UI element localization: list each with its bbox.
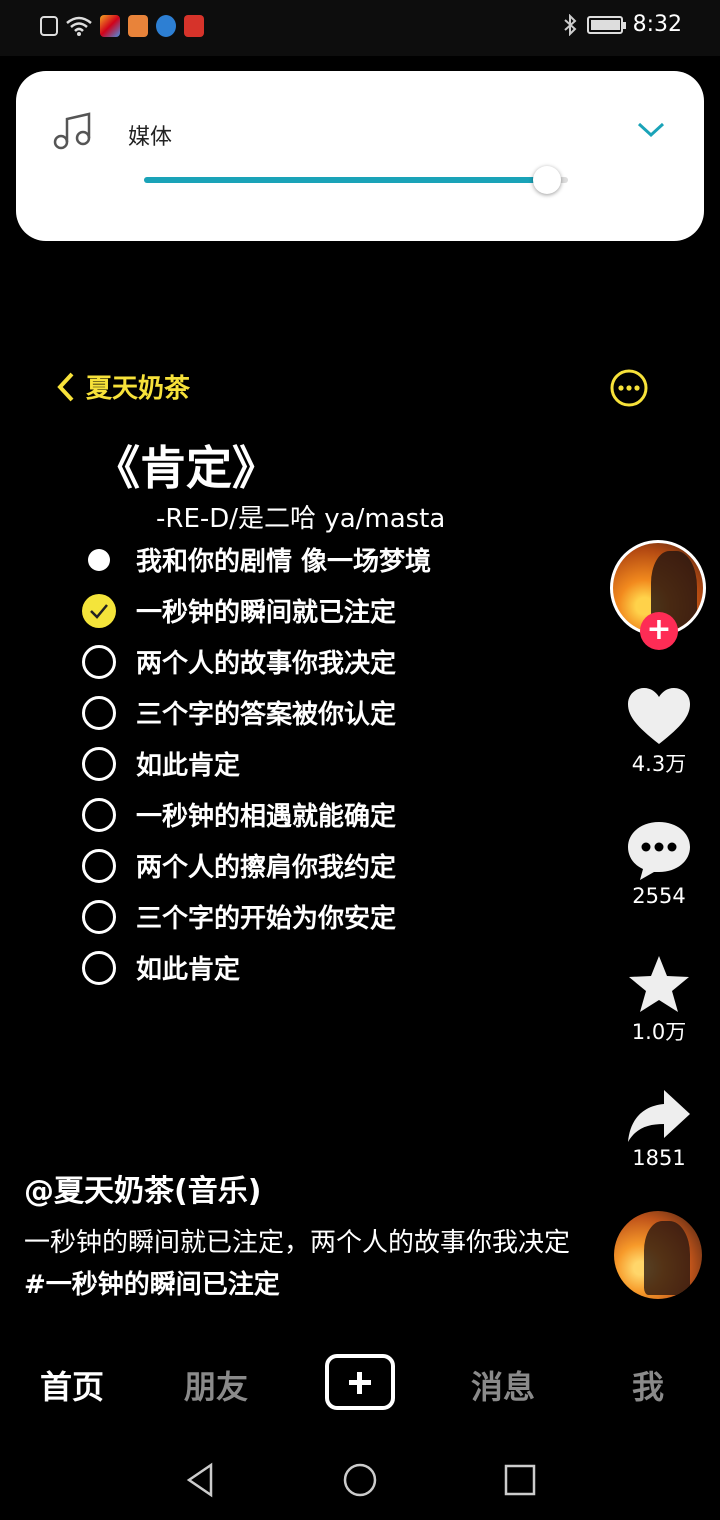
- lyric-text: 我和你的剧情 像一场梦境: [136, 547, 432, 577]
- heart-icon: [628, 688, 690, 744]
- favorite-button[interactable]: 1.0万: [620, 954, 698, 1046]
- lyric-row[interactable]: 三个字的答案被你认定: [82, 687, 431, 738]
- empty-circle-icon: [82, 848, 116, 883]
- comment-count: 2554: [632, 884, 686, 908]
- screen: 8:32 媒体 夏天奶茶 《肯定》 -RE-D/是二哈 ya/masta 我和你…: [0, 0, 720, 1520]
- lyrics-list: 我和你的剧情 像一场梦境 一秒钟的瞬间就已注定 两个人的故事你我决定 三个字的答案被你…: [82, 534, 431, 993]
- post-caption: 一秒钟的瞬间就已注定，两个人的故事你我决定 #一秒钟的瞬间已注定: [24, 1222, 584, 1306]
- lyric-row[interactable]: 一秒钟的相遇就能确定: [82, 789, 431, 840]
- battery-icon: [586, 15, 626, 34]
- lyric-text: 两个人的擦肩你我约定: [136, 853, 397, 883]
- status-time: 8:32: [632, 12, 682, 37]
- caption-text: 一秒钟的瞬间就已注定，两个人的故事你我决定: [24, 1228, 571, 1258]
- empty-circle-icon: [82, 746, 116, 781]
- bluetooth-icon: [563, 13, 577, 36]
- like-count: 4.3万: [631, 752, 687, 776]
- lyric-text: 两个人的故事你我决定: [136, 649, 397, 679]
- lyric-row[interactable]: 一秒钟的瞬间就已注定: [82, 585, 431, 636]
- back-button[interactable]: 夏天奶茶: [56, 368, 190, 405]
- volume-label: 媒体: [128, 125, 173, 150]
- status-bar: 8:32: [0, 0, 720, 56]
- app-icon-1: [100, 15, 120, 37]
- lyric-row[interactable]: 两个人的故事你我决定: [82, 636, 431, 687]
- like-button[interactable]: 4.3万: [620, 686, 698, 778]
- empty-circle-icon: [82, 797, 116, 832]
- tab-friends[interactable]: 朋友: [184, 1362, 248, 1408]
- empty-circle-icon: [82, 644, 116, 679]
- status-icons-right: 8:32: [563, 12, 682, 37]
- back-label: 夏天奶茶: [86, 374, 191, 404]
- hashtag-link[interactable]: #一秒钟的瞬间已注定: [24, 1270, 280, 1300]
- song-artist: -RE-D/是二哈 ya/masta: [156, 504, 446, 534]
- author-name[interactable]: @夏天奶茶(音乐): [24, 1166, 261, 1210]
- empty-circle-icon: [82, 695, 116, 730]
- more-options-icon[interactable]: [610, 369, 648, 407]
- share-count: 1851: [632, 1146, 686, 1170]
- lyric-row[interactable]: 如此肯定: [82, 942, 431, 993]
- tab-me[interactable]: 我: [632, 1362, 664, 1408]
- check-icon: [82, 593, 116, 628]
- lyric-text: 如此肯定: [136, 751, 241, 781]
- lyric-text: 三个字的答案被你认定: [136, 700, 397, 730]
- system-nav-bar: [0, 1440, 720, 1520]
- lyric-text: 一秒钟的瞬间就已注定: [136, 598, 397, 628]
- lyric-text: 一秒钟的相遇就能确定: [136, 802, 397, 832]
- chevron-down-icon[interactable]: [636, 117, 666, 141]
- lyric-row[interactable]: 我和你的剧情 像一场梦境: [82, 534, 431, 585]
- comment-icon: [628, 822, 690, 880]
- status-icons-left: [40, 15, 204, 37]
- lyric-row[interactable]: 三个字的开始为你安定: [82, 891, 431, 942]
- lyric-text: 三个字的开始为你安定: [136, 904, 397, 934]
- alert-icon: [40, 16, 58, 36]
- star-icon: [629, 956, 689, 1012]
- follow-button[interactable]: +: [640, 612, 678, 650]
- favorite-count: 1.0万: [631, 1020, 687, 1044]
- empty-circle-icon: [82, 899, 116, 934]
- share-arrow-icon: [628, 1090, 690, 1142]
- share-button[interactable]: 1851: [620, 1088, 698, 1170]
- lyric-row[interactable]: 如此肯定: [82, 738, 431, 789]
- bottom-tab-bar: 首页 朋友 消息 我: [0, 1340, 720, 1430]
- app-icon-2: [128, 15, 148, 37]
- volume-slider[interactable]: [144, 166, 568, 194]
- create-post-button[interactable]: [325, 1354, 395, 1410]
- volume-slider-thumb[interactable]: [533, 166, 561, 194]
- nav-recents-icon[interactable]: [502, 1462, 538, 1498]
- filled-dot-icon: [82, 543, 116, 577]
- chevron-left-icon: [57, 372, 74, 401]
- music-note-icon: [53, 112, 91, 150]
- empty-circle-icon: [82, 950, 116, 985]
- lyric-row[interactable]: 两个人的擦肩你我约定: [82, 840, 431, 891]
- disc-figure: [644, 1221, 690, 1295]
- wifi-icon: [66, 16, 92, 36]
- music-disc[interactable]: [614, 1211, 702, 1299]
- song-title: 《肯定》: [94, 441, 278, 495]
- volume-panel: 媒体: [16, 71, 704, 241]
- volume-slider-fill: [144, 177, 547, 183]
- app-icon-4: [184, 15, 204, 37]
- nav-home-icon[interactable]: [342, 1462, 378, 1498]
- nav-back-icon[interactable]: [183, 1462, 219, 1498]
- app-icon-3: [156, 15, 176, 37]
- comment-button[interactable]: 2554: [620, 820, 698, 908]
- tab-messages[interactable]: 消息: [471, 1362, 535, 1408]
- tab-home[interactable]: 首页: [40, 1362, 104, 1408]
- battery-level: [590, 19, 620, 30]
- lyric-text: 如此肯定: [136, 955, 241, 985]
